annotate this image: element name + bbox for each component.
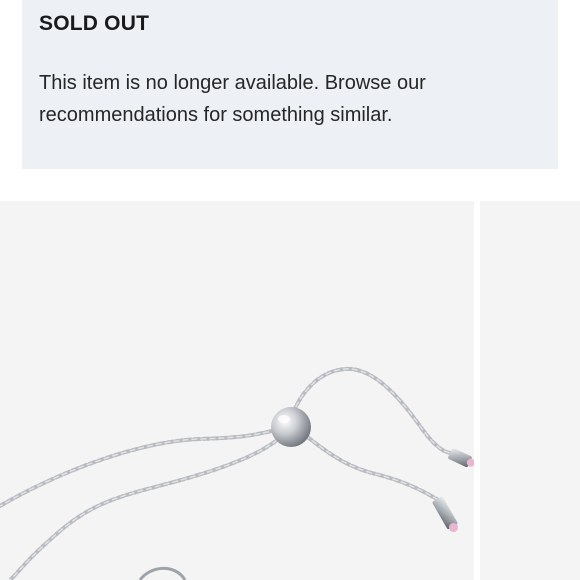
product-image-main[interactable]	[0, 201, 474, 580]
sold-out-message: This item is no longer available. Browse…	[39, 72, 426, 126]
sold-out-title: SOLD OUT	[39, 12, 150, 35]
bracelet-product-image	[0, 366, 474, 580]
product-image-gallery[interactable]	[0, 201, 580, 580]
next-product-image-peek[interactable]	[480, 201, 580, 580]
sold-out-notice: SOLD OUT This item is no longer availabl…	[22, 0, 558, 169]
